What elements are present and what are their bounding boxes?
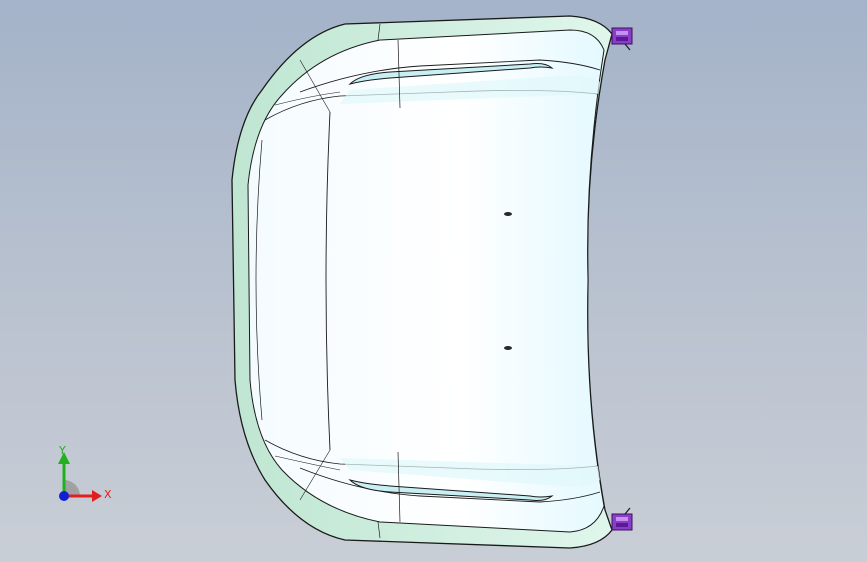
mount-hole-upper[interactable] [504,212,512,216]
y-axis-label: Y [58,444,66,457]
coordinate-triad: Y X [58,444,112,502]
hood-main-panel[interactable] [247,29,605,533]
x-axis-label: X [104,488,112,501]
hinge-bracket-top[interactable] [611,27,633,51]
cad-viewport[interactable]: Y X [0,0,867,562]
hood-model[interactable] [0,0,867,562]
z-axis-dot [59,491,69,501]
hinge-bracket-bottom[interactable] [611,507,633,531]
mount-hole-lower[interactable] [504,346,512,350]
